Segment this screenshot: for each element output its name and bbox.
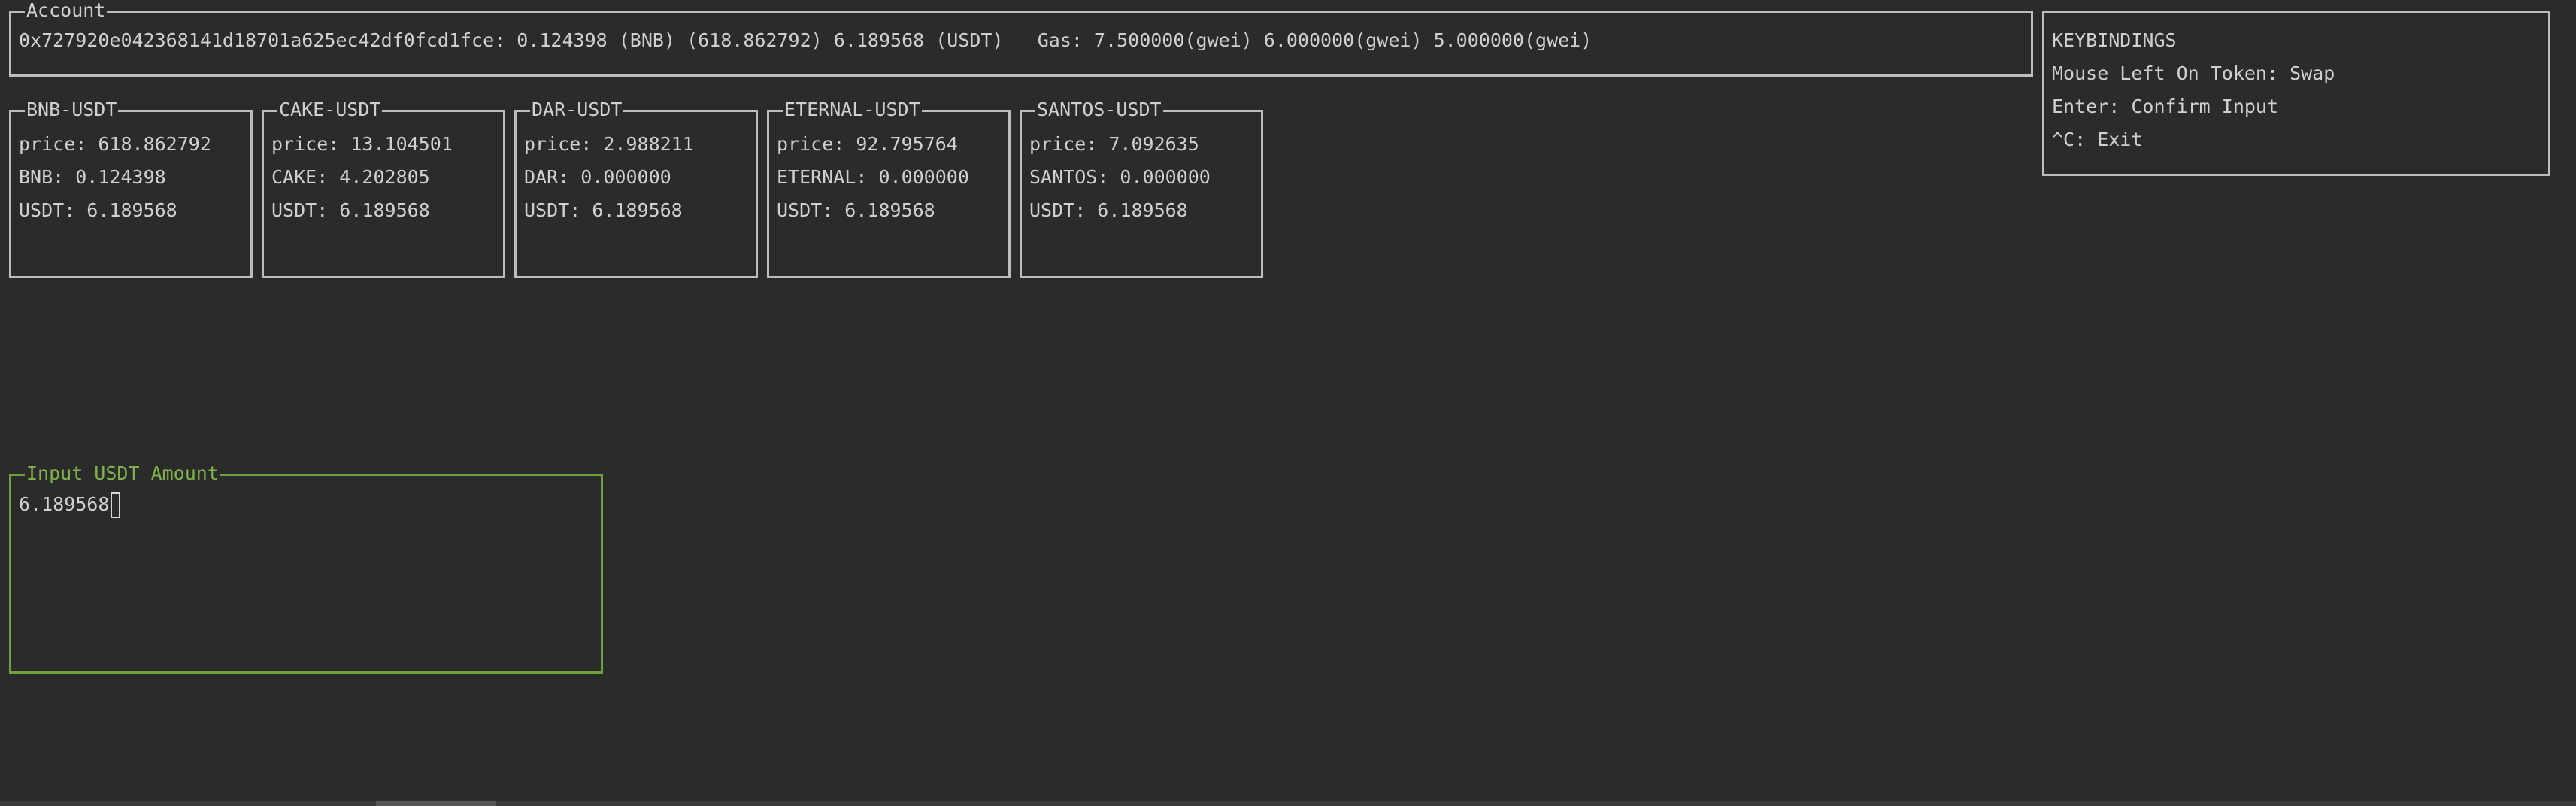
usdt-balance: USDT: 6.189568 [19, 199, 177, 221]
token-panel-title: SANTOS-USDT [1035, 98, 1163, 121]
token-price: price: 92.795764 [777, 133, 958, 155]
token-price: price: 618.862792 [19, 133, 211, 155]
account-summary-line: 0x727920e042368141d18701a625ec42df0fcd1f… [19, 29, 1593, 51]
keybindings-title: KEYBINDINGS [2052, 29, 2177, 51]
token-balance: ETERNAL: 0.000000 [777, 166, 969, 188]
input-panel-title: Input USDT Amount [25, 462, 220, 485]
usdt-balance: USDT: 6.189568 [524, 199, 683, 221]
gas-slow: 5.000000(gwei) [1433, 29, 1593, 51]
horizontal-scrollbar[interactable] [0, 801, 2576, 806]
token-panel-bnb[interactable]: BNB-USDT price: 618.862792 BNB: 0.124398… [9, 98, 253, 278]
scrollbar-thumb[interactable] [376, 801, 496, 806]
token-balance: DAR: 0.000000 [524, 166, 671, 188]
token-panel-dar[interactable]: DAR-USDT price: 2.988211 DAR: 0.000000 U… [514, 98, 758, 278]
usdt-amount-input[interactable]: 6.189568 [19, 492, 121, 518]
keybinding-confirm: Enter: Confirm Input [2052, 95, 2279, 117]
token-price: price: 7.092635 [1029, 133, 1199, 155]
gas-fast: 7.500000(gwei) [1094, 29, 1253, 51]
text-cursor [111, 492, 121, 518]
token-price: price: 2.988211 [524, 133, 694, 155]
token-panel-title: CAKE-USDT [277, 98, 383, 121]
token-balance: SANTOS: 0.000000 [1029, 166, 1211, 188]
bnb-usd-value: (618.862792) [686, 29, 823, 51]
gas-label: Gas: [1037, 29, 1083, 51]
token-panel-title: BNB-USDT [25, 98, 119, 121]
bnb-label: (BNB) [618, 29, 676, 51]
token-balance: CAKE: 4.202805 [271, 166, 430, 188]
usdt-amount-input-panel[interactable]: Input USDT Amount 6.189568 [9, 462, 603, 674]
token-balance: BNB: 0.124398 [19, 166, 166, 188]
account-panel-title: Account [25, 0, 108, 22]
account-panel: Account 0x727920e042368141d18701a625ec42… [9, 0, 2033, 77]
account-address: 0x727920e042368141d18701a625ec42df0fcd1f… [19, 29, 495, 51]
gas-standard: 6.000000(gwei) [1263, 29, 1423, 51]
usdt-balance: 6.189568 [833, 29, 925, 51]
token-panel-eternal[interactable]: ETERNAL-USDT price: 92.795764 ETERNAL: 0… [767, 98, 1011, 278]
token-price: price: 13.104501 [271, 133, 453, 155]
usdt-balance: USDT: 6.189568 [271, 199, 430, 221]
input-value: 6.189568 [19, 493, 110, 515]
keybinding-exit: ^C: Exit [2052, 129, 2143, 150]
token-panel-title: ETERNAL-USDT [783, 98, 922, 121]
token-panel-title: DAR-USDT [530, 98, 624, 121]
bnb-balance: 0.124398 [517, 29, 608, 51]
token-panel-santos[interactable]: SANTOS-USDT price: 7.092635 SANTOS: 0.00… [1020, 98, 1263, 278]
keybindings-panel: KEYBINDINGS Mouse Left On Token: Swap En… [2042, 11, 2550, 176]
usdt-balance: USDT: 6.189568 [1029, 199, 1188, 221]
token-panel-cake[interactable]: CAKE-USDT price: 13.104501 CAKE: 4.20280… [262, 98, 505, 278]
keybinding-swap: Mouse Left On Token: Swap [2052, 62, 2335, 84]
usdt-label: (USDT) [935, 29, 1004, 51]
usdt-balance: USDT: 6.189568 [777, 199, 935, 221]
